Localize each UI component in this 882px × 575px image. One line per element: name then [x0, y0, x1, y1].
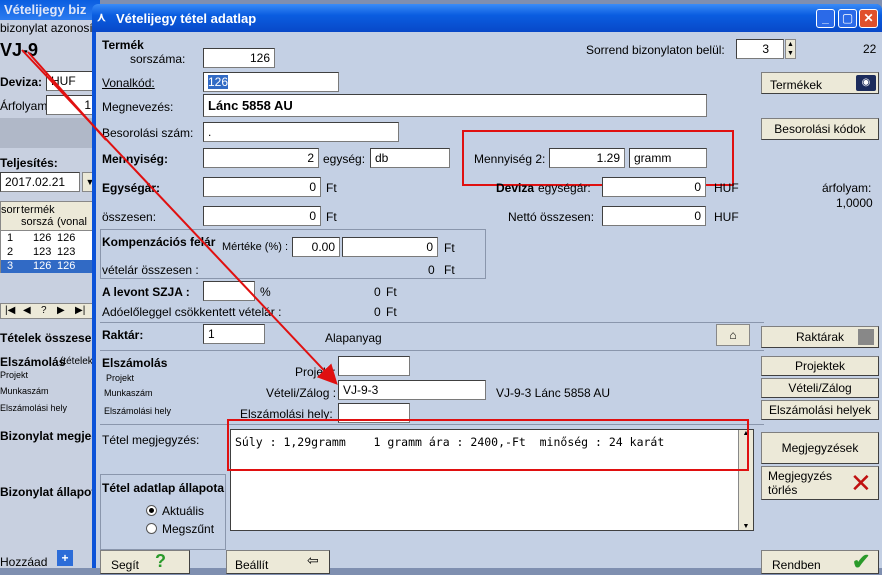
arrow-to-purchase — [21, 49, 338, 385]
annotation-arrows — [21, 49, 338, 385]
arrow-segment — [27, 51, 107, 141]
